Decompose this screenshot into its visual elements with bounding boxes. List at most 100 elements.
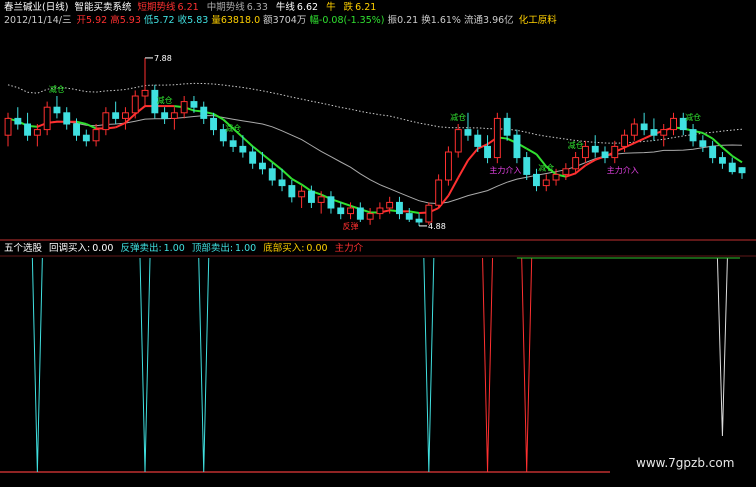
candle-body: [601, 151, 609, 159]
candle-body: [640, 123, 648, 131]
candle-body: [92, 129, 100, 142]
candle-body: [562, 168, 570, 175]
candle-body: [611, 145, 619, 159]
candle-body: [542, 179, 550, 187]
short-term-line-segment: [409, 210, 420, 215]
short-term-line-segment: [702, 132, 714, 140]
watermark: www.7gpzb.com: [636, 456, 735, 470]
candle-body: [161, 112, 169, 119]
candle-body: [728, 162, 736, 173]
candle-body: [405, 213, 413, 220]
candle-body: [82, 134, 90, 142]
candle-body: [317, 196, 325, 203]
short-term-line-segment: [467, 148, 479, 162]
signal-label: 减仓: [538, 162, 554, 172]
signal-spike: [716, 257, 728, 437]
candle-body: [141, 89, 149, 97]
candle-body: [180, 101, 188, 114]
high-price-label: 7.88: [154, 54, 172, 63]
candle-body: [200, 106, 208, 119]
candle-body: [660, 129, 668, 136]
low-price-label: 4.88: [428, 222, 446, 231]
candle-body: [102, 112, 110, 131]
signal-label: 主力介入: [607, 165, 639, 175]
candle-body: [4, 117, 12, 136]
candle-body: [464, 129, 472, 136]
signal-spike: [31, 257, 43, 473]
candle-body: [131, 95, 139, 114]
signal-spike: [521, 257, 533, 473]
candle-body: [699, 140, 707, 147]
candle-body: [474, 134, 482, 147]
signal-label: 主力介入: [489, 165, 521, 175]
candle-body: [278, 179, 286, 187]
candle-body: [415, 218, 423, 223]
short-term-line-segment: [261, 153, 273, 163]
candle-body: [356, 207, 364, 220]
candle-body: [630, 123, 638, 136]
candle-body: [719, 157, 726, 164]
candle-body: [738, 167, 746, 174]
candle-body: [650, 129, 658, 136]
short-term-line-segment: [340, 201, 351, 207]
signal-label: 减仓: [685, 112, 701, 122]
signal-spike: [198, 257, 210, 473]
short-term-line-segment: [242, 136, 254, 148]
candle-body: [288, 185, 296, 198]
candle-body: [259, 162, 266, 170]
short-term-line-segment: [457, 159, 469, 179]
candle-body: [572, 157, 580, 170]
candle-body: [454, 129, 462, 153]
signal-spike: [423, 257, 435, 473]
candle-body: [366, 213, 374, 220]
candle-body: [249, 151, 257, 164]
candle-body: [435, 179, 443, 206]
candle-body: [493, 117, 501, 159]
short-term-line-segment: [731, 155, 743, 164]
candle-body: [670, 117, 677, 131]
short-term-line-segment: [721, 146, 733, 157]
candle-body: [33, 129, 41, 136]
candle-body: [170, 112, 178, 119]
candle-body: [122, 112, 129, 119]
candle-body: [229, 140, 237, 147]
short-term-line-segment: [526, 147, 537, 156]
candle-body: [14, 117, 22, 125]
candle-body: [386, 201, 394, 209]
candle-body: [552, 173, 560, 181]
signal-spike: [139, 257, 151, 473]
candle-body: [63, 112, 71, 125]
candle-body: [523, 157, 531, 175]
candle-body: [503, 117, 511, 136]
signal-spike: [482, 257, 494, 473]
short-term-line-segment: [281, 169, 293, 180]
candle-body: [689, 129, 697, 142]
candle-body: [308, 190, 315, 203]
signal-label: 减仓: [157, 95, 173, 105]
short-term-line-segment: [291, 178, 303, 186]
candle-body: [327, 196, 335, 209]
candle-body: [210, 117, 218, 131]
candle-body: [73, 123, 80, 136]
candle-body: [268, 168, 276, 181]
candle-body: [376, 207, 384, 215]
candle-body: [53, 106, 61, 114]
candle-body: [484, 145, 492, 159]
signal-label: 反弹: [343, 221, 359, 231]
short-term-line-segment: [85, 123, 97, 130]
candle-body: [621, 134, 628, 147]
candle-body: [396, 201, 403, 215]
candle-body: [190, 101, 198, 108]
signal-label: 减仓: [225, 123, 241, 133]
candle-body: [112, 112, 120, 119]
stock-chart: 7.884.88减仓减仓减仓反弹减仓主力介入 减仓减仓主力介入减仓: [0, 54, 756, 473]
candle-body: [347, 207, 355, 215]
candle-body: [533, 173, 540, 187]
candle-body: [425, 204, 433, 223]
short-term-line-segment: [301, 183, 312, 193]
short-term-line-segment: [633, 137, 645, 144]
candle-body: [513, 134, 521, 159]
signal-label: 减仓: [450, 112, 466, 122]
candle-body: [239, 145, 247, 153]
signal-label: 减仓: [49, 84, 65, 94]
